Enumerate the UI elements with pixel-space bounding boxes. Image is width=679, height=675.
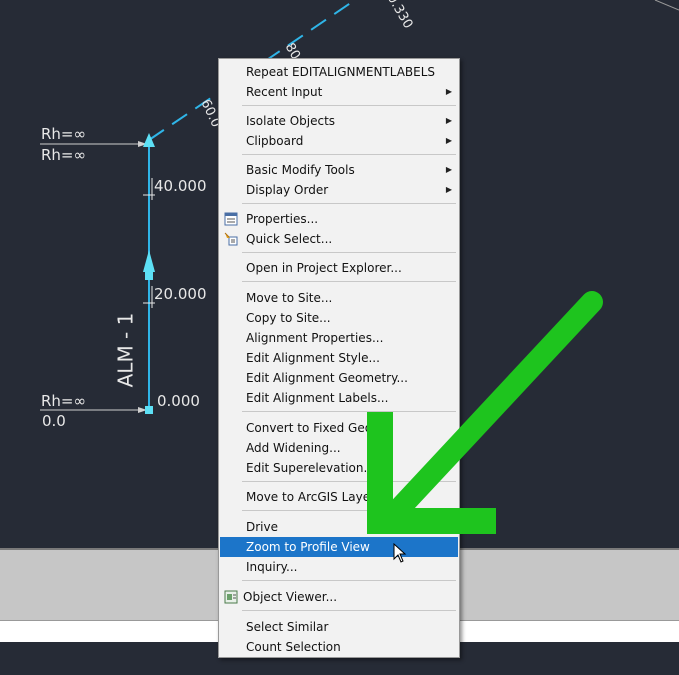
menu-item-isolate-objects[interactable]: Isolate Objects ▶ xyxy=(220,111,458,131)
grip-bottom-square[interactable] xyxy=(145,406,153,414)
quick-select-icon xyxy=(224,232,238,246)
menu-separator xyxy=(242,281,456,282)
menu-item-label: Clipboard xyxy=(246,134,304,148)
menu-item-label: Open in Project Explorer... xyxy=(246,261,402,275)
menu-item-label: Edit Alignment Geometry... xyxy=(246,371,408,385)
rh-top-label-1: Rh=∞ xyxy=(41,125,86,143)
menu-item-convert-to-fixed-geom[interactable]: Convert to Fixed Geom xyxy=(220,418,458,438)
menu-item-label: Drive xyxy=(246,520,278,534)
menu-separator xyxy=(242,252,456,253)
menu-item-alignment-properties[interactable]: Alignment Properties... xyxy=(220,328,458,348)
menu-item-label: Edit Alignment Labels... xyxy=(246,391,389,405)
menu-item-label: Basic Modify Tools xyxy=(246,163,355,177)
properties-icon xyxy=(224,212,238,226)
menu-item-label: Inquiry... xyxy=(246,560,298,574)
menu-item-properties[interactable]: Properties... xyxy=(220,209,458,229)
menu-item-label: Quick Select... xyxy=(246,232,333,246)
offset-bottom-label: 0.0 xyxy=(42,412,66,430)
object-viewer-icon xyxy=(224,590,238,604)
station-label-0: 0.000 xyxy=(157,392,200,410)
menu-item-basic-modify-tools[interactable]: Basic Modify Tools ▶ xyxy=(220,160,458,180)
menu-item-label: Move to Site... xyxy=(246,291,333,305)
alignment-name-label: ALM - 1 xyxy=(113,312,138,388)
menu-separator xyxy=(242,610,456,611)
menu-item-copy-to-site[interactable]: Copy to Site... xyxy=(220,308,458,328)
rh-bottom-label: Rh=∞ xyxy=(41,392,86,410)
menu-item-label: Copy to Site... xyxy=(246,311,331,325)
menu-item-move-to-site[interactable]: Move to Site... xyxy=(220,288,458,308)
context-menu: Repeat EDITALIGNMENTLABELS Recent Input … xyxy=(218,58,460,658)
submenu-arrow-icon: ▶ xyxy=(445,185,452,194)
menu-item-select-similar[interactable]: Select Similar xyxy=(220,617,458,637)
menu-item-clipboard[interactable]: Clipboard ▶ xyxy=(220,131,458,151)
submenu-arrow-icon: ▶ xyxy=(445,165,452,174)
menu-item-edit-alignment-geometry[interactable]: Edit Alignment Geometry... xyxy=(220,368,458,388)
menu-item-object-viewer[interactable]: Object Viewer... xyxy=(220,587,458,607)
menu-item-label: Convert to Fixed Geom xyxy=(246,421,384,435)
menu-item-add-widening[interactable]: Add Widening... xyxy=(220,438,458,458)
menu-item-label: Zoom to Profile View xyxy=(246,540,370,554)
menu-item-label: Count Selection xyxy=(246,640,341,654)
menu-item-quick-select[interactable]: Quick Select... xyxy=(220,229,458,249)
rh-top-label-2: Rh=∞ xyxy=(41,146,86,164)
menu-item-edit-alignment-labels[interactable]: Edit Alignment Labels... xyxy=(220,388,458,408)
mouse-cursor-icon xyxy=(393,543,407,563)
menu-item-recent-input[interactable]: Recent Input ▶ xyxy=(220,82,458,102)
menu-item-edit-alignment-style[interactable]: Edit Alignment Style... xyxy=(220,348,458,368)
menu-item-edit-superelevation[interactable]: Edit Superelevation... xyxy=(220,458,458,478)
grip-mid-square[interactable] xyxy=(145,272,153,280)
menu-item-label: Isolate Objects xyxy=(246,114,336,128)
menu-item-label: Repeat EDITALIGNMENTLABELS xyxy=(246,65,436,79)
menu-separator xyxy=(242,154,456,155)
submenu-arrow-icon: ▶ xyxy=(445,87,452,96)
menu-separator xyxy=(242,580,456,581)
menu-item-drive[interactable]: Drive xyxy=(220,517,458,537)
menu-item-label: Select Similar xyxy=(246,620,329,634)
menu-separator xyxy=(242,411,456,412)
menu-item-label: Properties... xyxy=(246,212,319,226)
menu-separator xyxy=(242,510,456,511)
menu-item-label: Add Widening... xyxy=(246,441,341,455)
grip-mid-triangle[interactable] xyxy=(143,250,155,272)
menu-item-display-order[interactable]: Display Order ▶ xyxy=(220,180,458,200)
submenu-arrow-icon: ▶ xyxy=(445,136,452,145)
grip-top-triangle[interactable] xyxy=(143,133,155,147)
menu-item-label: Object Viewer... xyxy=(243,590,338,604)
submenu-arrow-icon: ▶ xyxy=(445,116,452,125)
corner-line xyxy=(654,0,679,11)
menu-item-open-in-project-explorer[interactable]: Open in Project Explorer... xyxy=(220,258,458,278)
menu-item-label: Alignment Properties... xyxy=(246,331,384,345)
menu-item-count-selection[interactable]: Count Selection xyxy=(220,637,458,657)
station-label-40: 40.000 xyxy=(154,177,207,195)
menu-separator xyxy=(242,105,456,106)
station-label-20: 20.000 xyxy=(154,285,207,303)
menu-item-label: Recent Input xyxy=(246,85,323,99)
menu-item-zoom-to-profile-view[interactable]: Zoom to Profile View xyxy=(220,537,458,557)
menu-item-move-to-arcgis-layer[interactable]: Move to ArcGIS Layer... xyxy=(220,487,458,507)
menu-item-label: Edit Superelevation... xyxy=(246,461,375,475)
menu-item-repeat-editalignmentlabels[interactable]: Repeat EDITALIGNMENTLABELS xyxy=(220,62,458,82)
menu-separator xyxy=(242,481,456,482)
menu-item-label: Display Order xyxy=(246,183,329,197)
menu-separator xyxy=(242,203,456,204)
menu-item-label: Move to ArcGIS Layer... xyxy=(246,490,386,504)
menu-item-label: Edit Alignment Style... xyxy=(246,351,380,365)
menu-item-inquiry[interactable]: Inquiry... xyxy=(220,557,458,577)
